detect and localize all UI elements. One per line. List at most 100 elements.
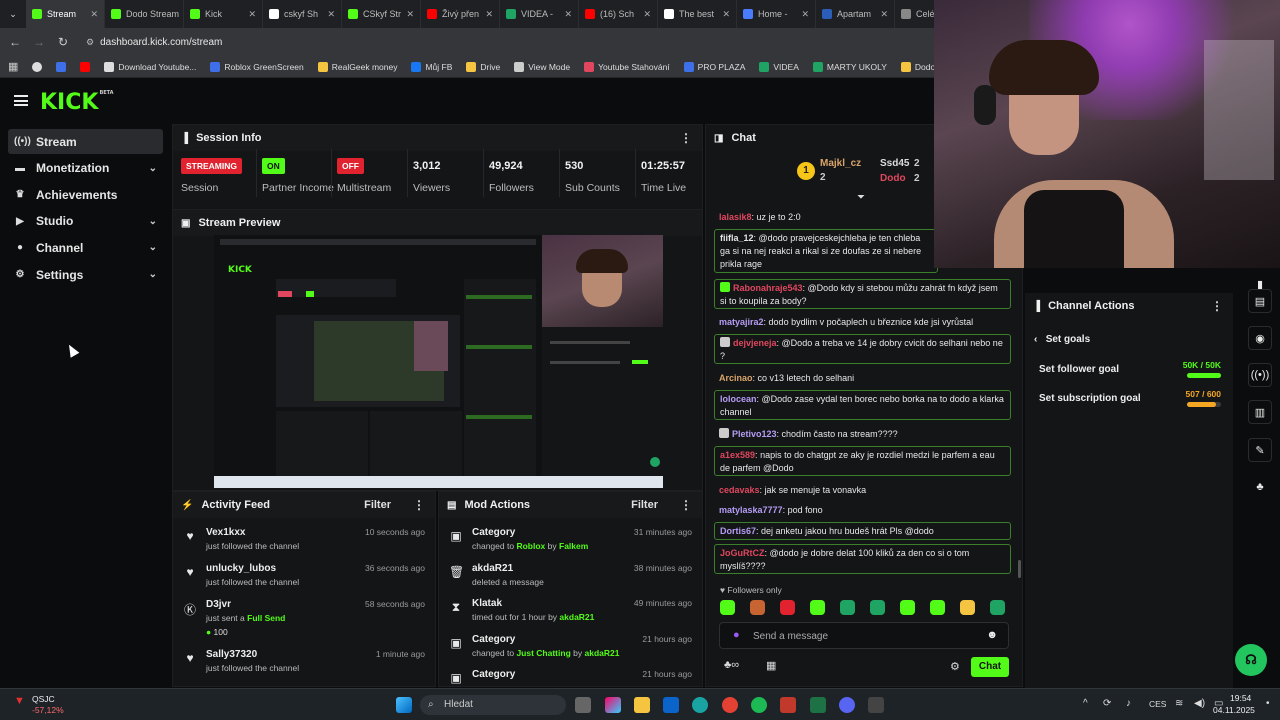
chat-username[interactable]: fiifla_12 xyxy=(720,233,754,243)
chevron-down-icon[interactable]: ⌄ xyxy=(149,269,157,280)
bookmark-item[interactable]: Můj FB xyxy=(411,61,452,72)
chat-tools-icon[interactable]: ♣∞ xyxy=(724,659,739,671)
tray-chevron-icon[interactable]: ^ xyxy=(1083,698,1088,709)
activity-username[interactable]: D3jvr xyxy=(206,599,231,610)
reload-icon[interactable]: ↻ xyxy=(56,35,70,49)
browser-tab[interactable]: cskyf Sh ✕ xyxy=(263,0,342,28)
store-icon[interactable]: ▦ xyxy=(766,659,776,672)
bookmark-item[interactable]: PRO PLAZA xyxy=(683,61,745,72)
tab-close-icon[interactable]: ✕ xyxy=(643,9,651,20)
chat-username[interactable]: Dortis67 xyxy=(720,526,756,536)
chat-username[interactable]: lalasik8 xyxy=(719,212,752,222)
browser-tab[interactable]: Stream ✕ xyxy=(26,0,105,28)
chevron-down-icon[interactable]: ⌄ xyxy=(149,242,157,253)
mod-more-icon[interactable]: ⋮ xyxy=(680,498,692,512)
browser-tab[interactable]: Kick ✕ xyxy=(184,0,263,28)
chat-message[interactable]: matyajira2: dodo bydlim v počaplech u bř… xyxy=(714,314,1011,328)
emote-icon[interactable] xyxy=(930,600,945,615)
forward-icon[interactable]: → xyxy=(32,35,46,49)
bookmark-item[interactable]: RealGeek money xyxy=(317,61,397,72)
mic-icon[interactable]: ● xyxy=(733,629,740,641)
chat-input-box[interactable]: ● Send a message ☻ xyxy=(719,622,1009,649)
bookmark-icon-1[interactable] xyxy=(32,61,43,72)
calculator-icon[interactable] xyxy=(868,697,884,713)
emote-icon[interactable] xyxy=(780,600,795,615)
hamburger-menu-icon[interactable] xyxy=(14,95,28,106)
mod-action-item[interactable]: ▣ Category 21 hours ago xyxy=(439,666,702,686)
sidebar-item-achievements[interactable]: ♛ Achievements xyxy=(8,182,163,207)
back-icon[interactable]: ← xyxy=(8,35,22,49)
activity-item[interactable]: ♥ unlucky_lubos just followed the channel 3… xyxy=(173,560,435,594)
support-headset-button[interactable]: ☊ xyxy=(1235,644,1267,676)
mod-action-target[interactable]: Roblox xyxy=(516,541,545,551)
mod-action-item[interactable]: ▣ Category changed to Just Chatting by akd… xyxy=(439,631,702,665)
mod-action-moderator[interactable]: akdaR21 xyxy=(559,612,594,622)
people-icon[interactable]: ♣ xyxy=(1248,475,1272,499)
outlook-icon[interactable] xyxy=(663,697,679,713)
sidebar-item-channel[interactable]: ● Channel ⌄ xyxy=(8,235,163,260)
bookmark-icon-3[interactable] xyxy=(80,61,91,72)
language-indicator[interactable]: CES xyxy=(1149,699,1166,709)
excel-icon[interactable] xyxy=(810,697,826,713)
tab-list-icon[interactable]: ⌄ xyxy=(0,0,26,28)
tab-close-icon[interactable]: ✕ xyxy=(880,9,888,20)
chat-username[interactable]: lolocean xyxy=(720,394,757,404)
chat-message[interactable]: Rabonahraje543: @Dodo kdy si stebou můžu… xyxy=(714,279,1011,309)
activity-item[interactable]: Ⓚ D3jvr just sent a Full Send ● 100 58 secon… xyxy=(173,596,435,644)
top-user-3[interactable]: Dodo xyxy=(880,173,906,184)
chevron-down-icon[interactable]: ⌄ xyxy=(149,163,157,174)
chat-message[interactable]: Pletivo123: chodím často na stream???? xyxy=(714,426,1011,440)
activity-username[interactable]: Sally37320 xyxy=(206,649,257,660)
chat-message[interactable]: matylaska7777: pod fono xyxy=(714,502,1011,516)
chat-message[interactable]: lolocean: @Dodo zase vydal ten borec neb… xyxy=(714,390,1011,420)
document-icon[interactable]: ▤ xyxy=(1248,289,1272,313)
chat-username[interactable]: JoGuRtCZ xyxy=(720,548,765,558)
mod-action-item[interactable]: ⧗ Klatak timed out for 1 hour by akdaR21 49… xyxy=(439,595,702,629)
explorer-icon[interactable] xyxy=(634,697,650,713)
activity-filter-button[interactable]: Filter xyxy=(364,499,391,511)
clock-date[interactable]: 04.11.2025 xyxy=(1213,705,1255,715)
chat-bubble-icon[interactable]: ◉ xyxy=(1248,326,1272,350)
browser-tab[interactable]: VIDEA - ✕ xyxy=(500,0,579,28)
activity-item[interactable]: ♥ Sally37320 just followed the channel 1 mi… xyxy=(173,646,435,680)
volume-icon[interactable]: ◀) xyxy=(1194,698,1205,709)
chat-username[interactable]: Pletivo123 xyxy=(732,429,777,439)
mod-action-title[interactable]: Klatak xyxy=(472,598,502,609)
channel-actions-more-icon[interactable]: ⋮ xyxy=(1211,299,1223,313)
copilot-icon[interactable] xyxy=(605,697,621,713)
mod-action-item[interactable]: 🗑 akdaR21 deleted a message 38 minutes ago xyxy=(439,560,702,594)
stock-widget[interactable]: ▼ QSJC -57,12% xyxy=(12,692,72,718)
storage-icon[interactable]: ▥ xyxy=(1248,400,1272,424)
chat-send-button[interactable]: Chat xyxy=(971,657,1009,677)
mod-action-title[interactable]: Category xyxy=(472,527,515,538)
chat-username[interactable]: matylaska7777 xyxy=(719,505,783,515)
url-text[interactable]: dashboard.kick.com/stream xyxy=(100,37,222,48)
emote-icon[interactable] xyxy=(990,600,1005,615)
browser-tab[interactable]: The best ✕ xyxy=(658,0,737,28)
emote-icon[interactable] xyxy=(960,600,975,615)
activity-item[interactable]: ♥ Vex1kxx just followed the channel 10 seco… xyxy=(173,524,435,558)
chat-input-placeholder[interactable]: Send a message xyxy=(753,631,828,642)
tab-close-icon[interactable]: ✕ xyxy=(722,9,730,20)
tab-close-icon[interactable]: ✕ xyxy=(90,9,98,20)
chat-username[interactable]: a1ex589 xyxy=(720,450,755,460)
chat-message[interactable]: Arcinao: co v13 letech do selhani xyxy=(714,370,1011,384)
browser-tab[interactable]: Živý přen ✕ xyxy=(421,0,500,28)
emote-icon[interactable] xyxy=(900,600,915,615)
chat-scrollbar[interactable] xyxy=(1018,560,1021,578)
url-field[interactable]: ⚙ dashboard.kick.com/stream xyxy=(86,37,222,48)
chat-collapse-icon[interactable]: ⏷ xyxy=(857,192,865,203)
kick-logo[interactable]: KICKBETA xyxy=(40,90,114,115)
obs-icon[interactable] xyxy=(780,697,796,713)
chat-message[interactable]: dejvjeneja: @Dodo a treba ve 14 je dobry… xyxy=(714,334,1011,364)
chat-username[interactable]: dejvjeneja xyxy=(733,338,777,348)
spotify-icon[interactable] xyxy=(751,697,767,713)
tab-close-icon[interactable]: ✕ xyxy=(485,9,493,20)
bookmark-item[interactable]: VIDEA xyxy=(759,61,799,72)
mod-action-title[interactable]: Category xyxy=(472,634,515,645)
task-view-icon[interactable] xyxy=(575,697,591,713)
tab-close-icon[interactable]: ✕ xyxy=(327,9,335,20)
mod-action-moderator[interactable]: Falkem xyxy=(559,541,588,551)
mod-action-item[interactable]: ▣ Category changed to Roblox by Falkem 31 m… xyxy=(439,524,702,558)
notification-bell-icon[interactable]: • xyxy=(1266,698,1270,709)
